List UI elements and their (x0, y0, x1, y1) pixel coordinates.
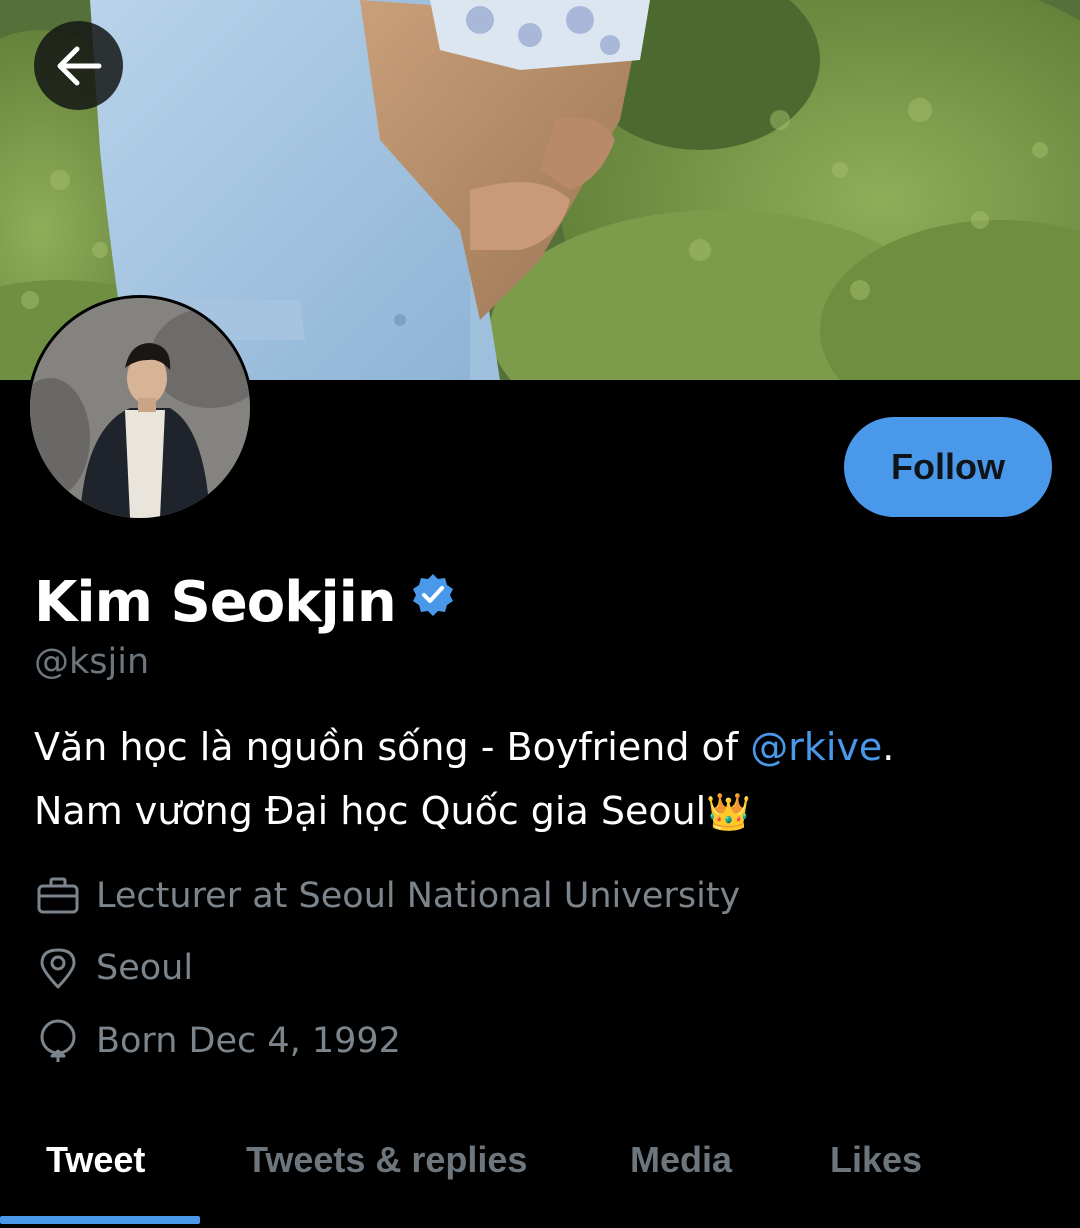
profile-avatar[interactable] (27, 295, 253, 521)
profile-birthday: Born Dec 4, 1992 (36, 1017, 401, 1065)
avatar-image (30, 298, 250, 518)
verified-badge-icon (412, 574, 453, 616)
active-tab-indicator (0, 1216, 200, 1224)
bio-text: Văn học là nguồn sống - Boyfriend of (34, 725, 751, 769)
briefcase-icon (37, 877, 79, 914)
profile-work: Lecturer at Seoul National University (36, 872, 740, 920)
bio-text-suffix: . (882, 725, 895, 769)
bio-line-1: Văn học là nguồn sống - Boyfriend of @rk… (34, 715, 1034, 779)
bio-text-line2: Nam vương Đại học Quốc gia Seoul (34, 789, 707, 833)
back-button[interactable] (34, 21, 123, 110)
display-name: Kim Seokjin (34, 570, 397, 635)
profile-location: Seoul (36, 944, 193, 992)
bio-line-2: Nam vương Đại học Quốc gia Seoul👑 (34, 779, 1034, 845)
location-pin-icon (40, 948, 76, 989)
crown-emoji: 👑 (706, 792, 752, 833)
profile-handle: @ksjin (34, 642, 150, 682)
follow-button[interactable]: Follow (844, 417, 1052, 517)
tab-media[interactable]: Media (630, 1110, 732, 1210)
profile-bio: Văn học là nguồn sống - Boyfriend of @rk… (34, 715, 1034, 845)
work-text: Lecturer at Seoul National University (96, 876, 741, 916)
arrow-left-icon (57, 46, 101, 85)
balloon-icon (40, 1019, 76, 1062)
tab-tweet[interactable]: Tweet (46, 1110, 145, 1210)
tab-likes[interactable]: Likes (830, 1110, 922, 1210)
birthday-text: Born Dec 4, 1992 (96, 1021, 401, 1061)
location-text: Seoul (96, 948, 194, 988)
bio-mention-link[interactable]: @rkive (750, 725, 882, 769)
tab-tweets-and-replies[interactable]: Tweets & replies (246, 1110, 527, 1210)
profile-tabs: Tweet Tweets & replies Media Likes (0, 1110, 1080, 1228)
profile-name-row: Kim Seokjin (34, 565, 456, 641)
